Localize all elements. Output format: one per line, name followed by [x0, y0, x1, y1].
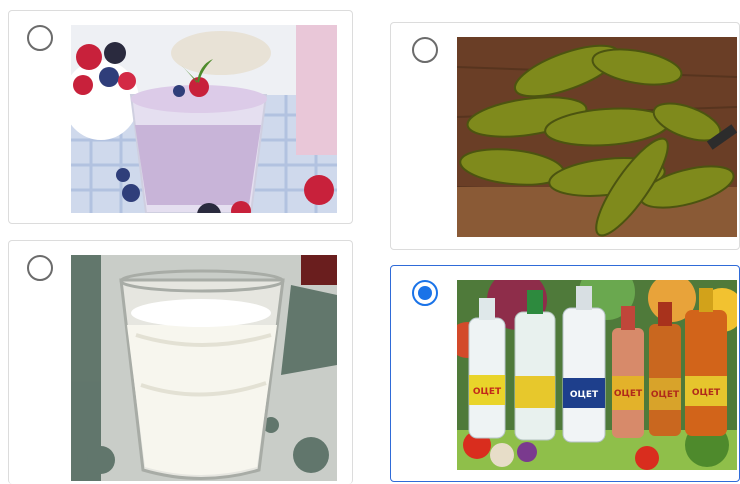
radio-smoothie[interactable] [27, 25, 53, 51]
option-card-pickles[interactable] [390, 22, 740, 250]
bottle-label-5: ОЦЕТ [692, 388, 721, 398]
radio-pickles[interactable] [412, 37, 438, 63]
option-card-vinegar[interactable]: ОЦЕТ ОЦЕТ ОЦЕТ ОЦЕТ ОЦЕТ [390, 265, 740, 482]
bottle-label-1: ОЦЕТ [473, 387, 502, 397]
option-card-kefir[interactable] [8, 240, 353, 484]
bottle-label-4: ОЦЕТ [651, 390, 680, 400]
radio-kefir[interactable] [27, 255, 53, 281]
bottle-label-3: ОЦЕТ [614, 389, 643, 399]
pickled-cucumbers-photo [457, 37, 737, 237]
berry-smoothie-photo [71, 25, 337, 213]
kefir-glass-photo [71, 255, 337, 481]
bottle-label-2: ОЦЕТ [570, 390, 599, 400]
vinegar-bottles-photo: ОЦЕТ ОЦЕТ ОЦЕТ ОЦЕТ ОЦЕТ [457, 280, 737, 470]
option-card-smoothie[interactable] [8, 10, 353, 224]
radio-vinegar[interactable] [412, 280, 438, 306]
